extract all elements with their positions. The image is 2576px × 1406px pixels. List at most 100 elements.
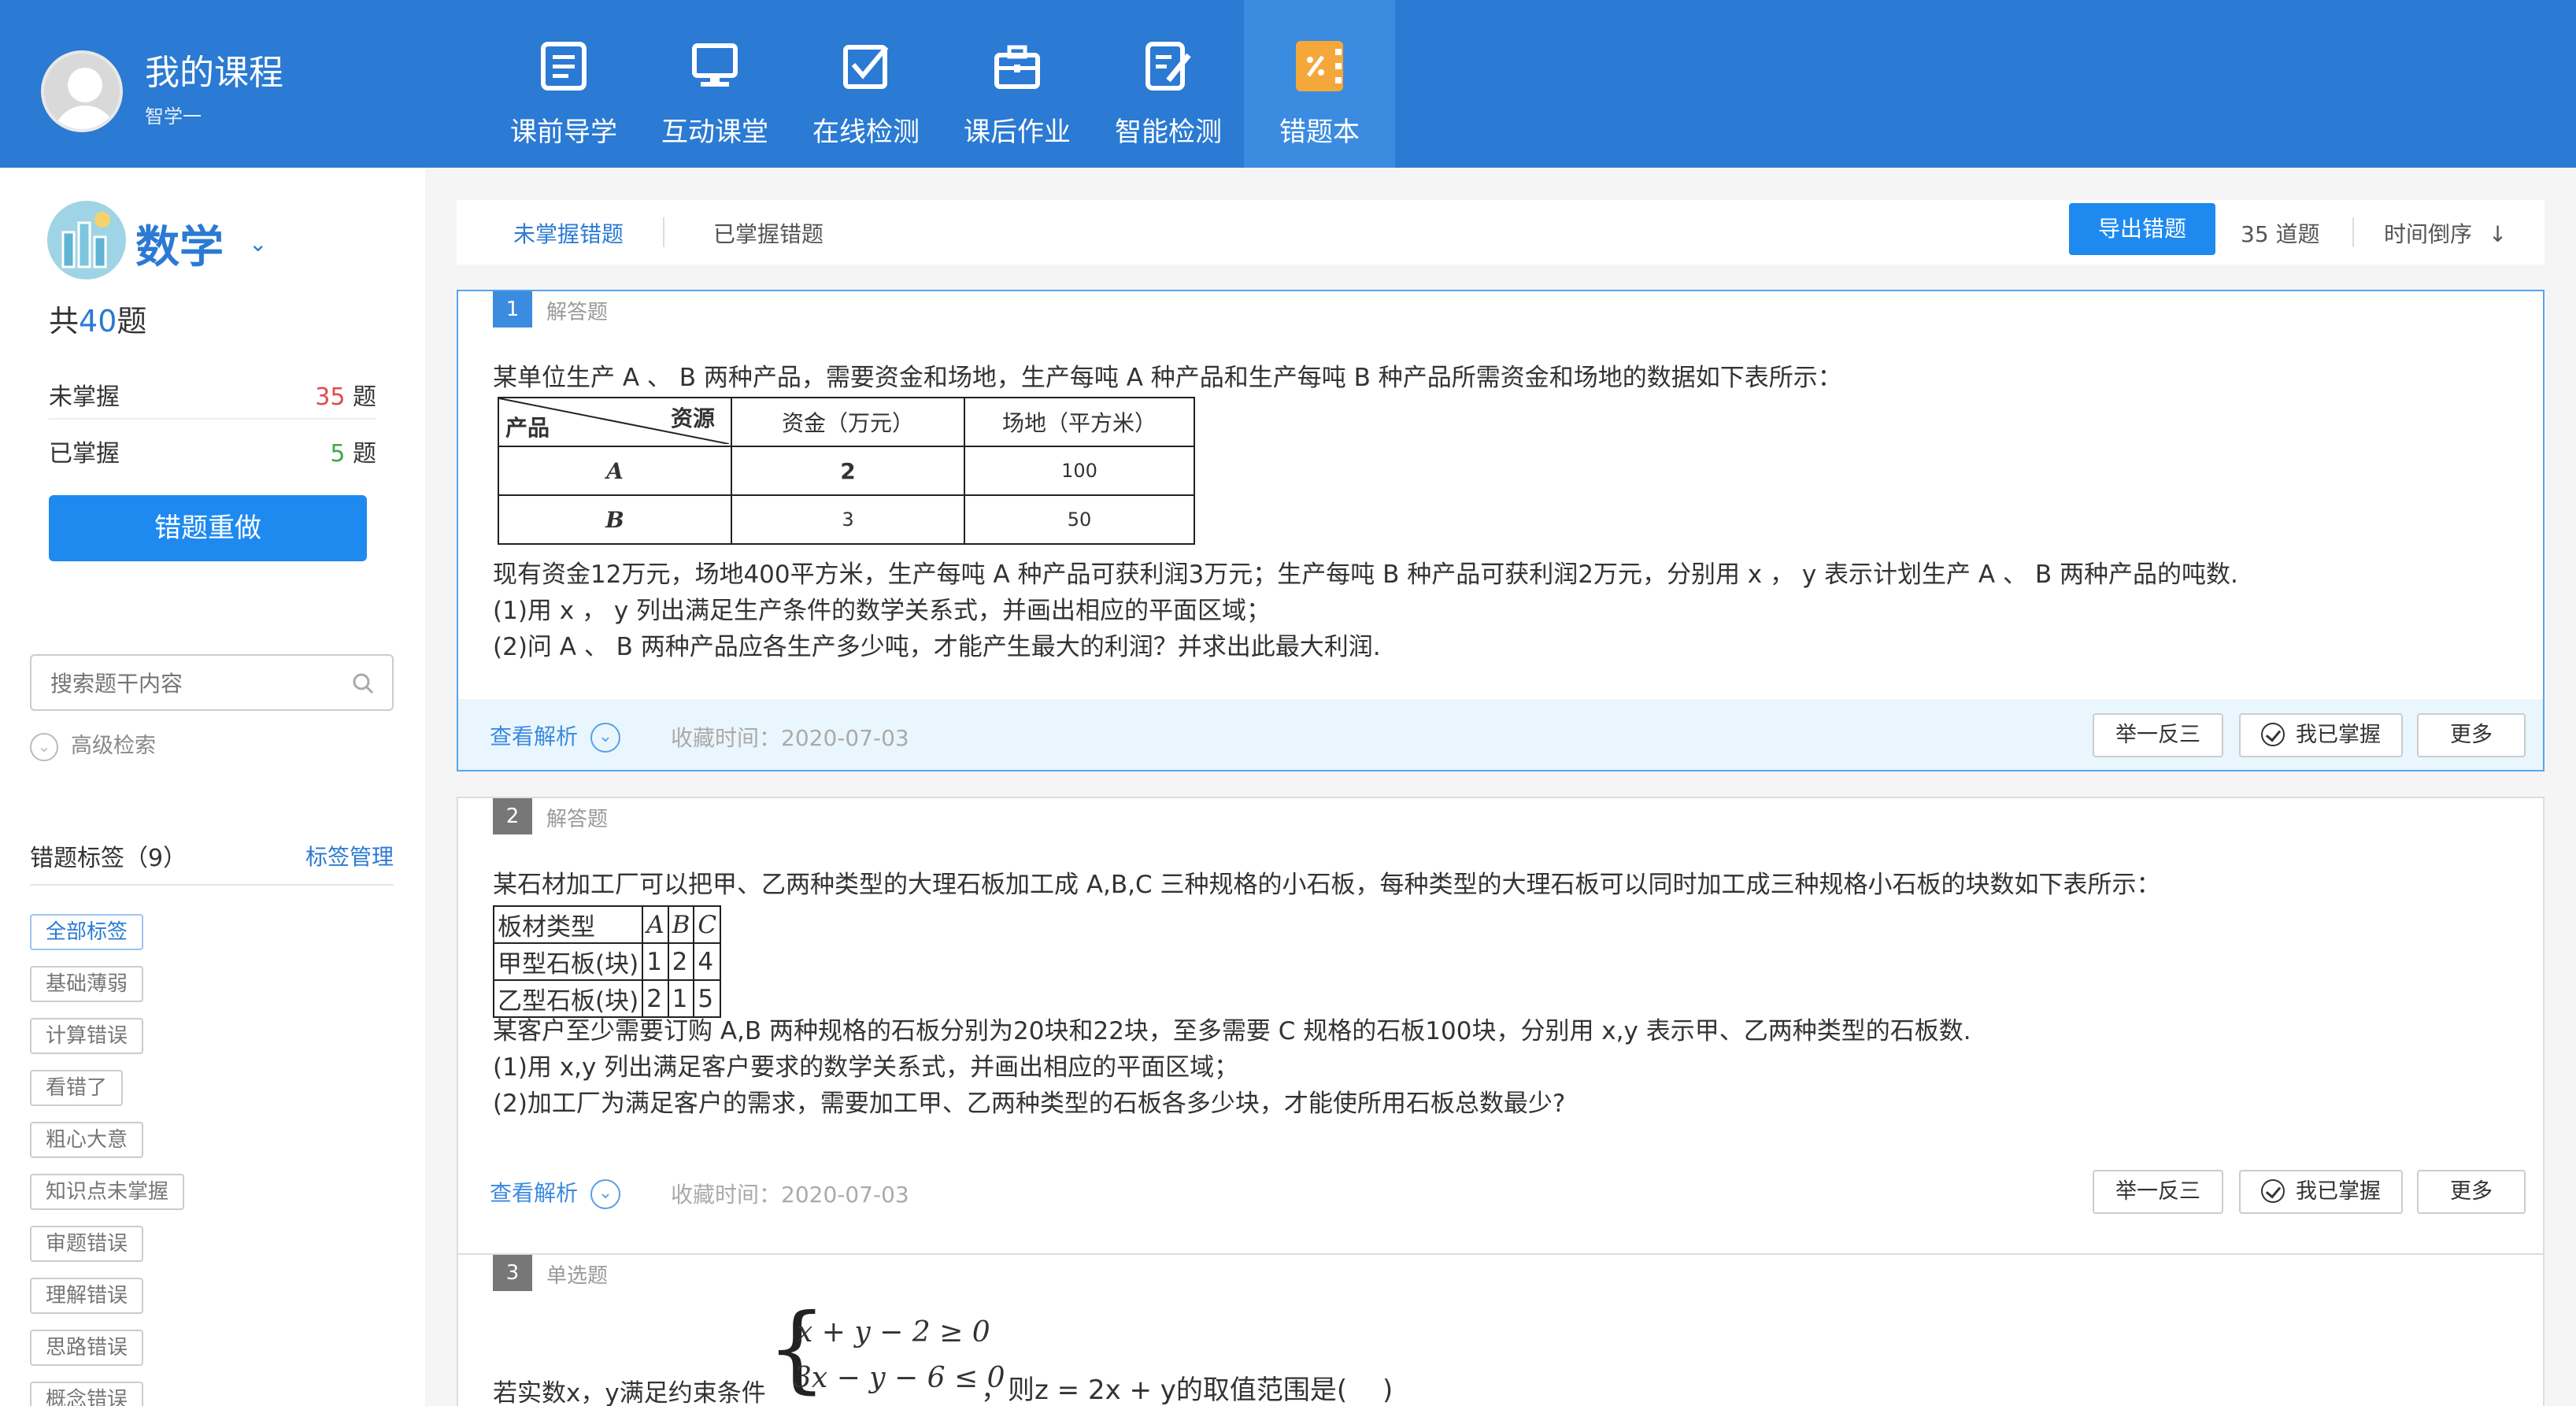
view-analysis-link[interactable]: 查看解析 ⌄ [490, 1176, 621, 1209]
question-number: 3 [493, 1255, 532, 1291]
table-row: A 2 100 [498, 446, 1195, 496]
stat-unmastered[interactable]: 未掌握 35 题 [49, 364, 376, 420]
tag-all[interactable]: 全部标签 [30, 914, 144, 950]
card-footer: 查看解析 ⌄ 收藏时间：2020-07-03 举一反三 我已掌握 更多 [458, 699, 2543, 770]
nav-item-mistake-book[interactable]: 错题本 [1244, 0, 1395, 168]
similar-questions-button[interactable]: 举一反三 [2093, 713, 2223, 757]
avatar[interactable] [41, 50, 123, 132]
total-count: 共40题 [49, 304, 147, 339]
chevron-down-icon: ⌄ [590, 1179, 621, 1209]
nav-item-interactive-class[interactable]: 互动课堂 [639, 0, 790, 168]
question-card[interactable]: 1 解答题 某单位生产 A 、 B 两种产品，需要资金和场地，生产每吨 A 种产… [457, 290, 2545, 771]
card-footer: 查看解析 ⌄ 收藏时间：2020-07-03 举一反三 我已掌握 更多 [458, 1156, 2543, 1227]
page: 我的课程 智学一 课前导学 互动课堂 在线检测 课后作业 智能检测 错题本 数学… [0, 0, 2576, 1406]
tag-item[interactable]: 看错了 [30, 1070, 124, 1106]
chevron-down-icon: ⌄ [30, 732, 58, 761]
question-line: (2)加工厂为满足客户的需求，需要加工甲、乙两种类型的石板各多少块，才能使所用石… [493, 1090, 1566, 1118]
table-header: 场地（平方米） [964, 397, 1195, 447]
subject-logo [47, 201, 126, 279]
nav-label: 智能检测 [1115, 117, 1222, 148]
question-type: 解答题 [546, 808, 609, 831]
similar-questions-button[interactable]: 举一反三 [2093, 1170, 2223, 1214]
nav-label: 互动课堂 [661, 117, 768, 148]
search-input[interactable] [50, 667, 350, 700]
tags-manage-link[interactable]: 标签管理 [305, 840, 394, 871]
nav-item-online-test[interactable]: 在线检测 [790, 0, 942, 168]
divider [2352, 217, 2354, 247]
export-button[interactable]: 导出错题 [2069, 203, 2215, 255]
nav-label: 错题本 [1279, 117, 1360, 148]
constraint-line: x + y − 2 ≥ 0 [797, 1316, 990, 1349]
nav-item-homework[interactable]: 课后作业 [942, 0, 1093, 168]
check-circle-icon [2261, 722, 2285, 746]
tag-item[interactable]: 审题错误 [30, 1226, 144, 1262]
divider [663, 217, 664, 247]
nav-item-smart-test[interactable]: 智能检测 [1093, 0, 1244, 168]
question-stem-suffix: ，则z = 2x + y的取值范围是( ) [981, 1375, 1393, 1406]
question-stem: 某单位生产 A 、 B 两种产品，需要资金和场地，生产每吨 A 种产品和生产每吨… [493, 364, 1842, 392]
monitor-icon [692, 43, 738, 87]
redo-mistakes-button[interactable]: 错题重做 [49, 495, 367, 561]
constraint-line: 3x − y − 6 ≤ 0 [794, 1362, 1005, 1394]
sort-toggle[interactable]: 时间倒序 ↓ [2384, 217, 2507, 249]
arrow-down-icon: ↓ [2488, 221, 2508, 247]
data-table: 板材类型 A B C 甲型石板(块) 1 2 4 乙型石板(块) 2 1 5 [492, 905, 722, 1018]
edit-document-icon [1146, 42, 1191, 91]
briefcase-icon [994, 45, 1040, 89]
tab-unmastered[interactable]: 未掌握错题 [513, 217, 624, 249]
question-line: (2)问 A 、 B 两种产品应各生产多少吨，才能产生最大的利润？并求出此最大利… [493, 633, 1381, 661]
more-button[interactable]: 更多 [2417, 1170, 2526, 1214]
tags-title: 错题标签（9） [30, 845, 187, 872]
question-card[interactable]: 2 解答题 某石材加工厂可以把甲、乙两种类型的大理石板加工成 A,B,C 三种规… [457, 797, 2545, 1263]
tag-item[interactable]: 思路错误 [30, 1330, 144, 1366]
favorite-time: 收藏时间：2020-07-03 [671, 725, 909, 751]
question-count: 35 道题 [2241, 221, 2320, 247]
check-circle-icon [2261, 1178, 2285, 1203]
question-line: 现有资金12万元，场地400平方米，生产每吨 A 种产品可获利润3万元；生产每吨… [493, 561, 2238, 589]
table-row: B 3 50 [498, 494, 1195, 545]
question-card[interactable]: 3 单选题 若实数x，y满足约束条件 { x + y − 2 ≥ 0 3x − … [457, 1253, 2545, 1406]
user-subtitle: 智学一 [145, 105, 202, 128]
tag-item[interactable]: 概念错误 [30, 1382, 144, 1406]
table-corner-cell: 资源 产品 [498, 397, 732, 447]
advanced-search-toggle[interactable]: ⌄ 高级检索 [30, 728, 156, 761]
subject-selector[interactable]: 数学 [135, 212, 224, 276]
divider [30, 884, 394, 886]
question-number: 2 [493, 798, 532, 834]
view-analysis-link[interactable]: 查看解析 ⌄ [490, 720, 621, 753]
tab-mastered[interactable]: 已掌握错题 [713, 217, 824, 249]
nav-item-preview[interactable]: 课前导学 [488, 0, 639, 168]
nav-label: 课后作业 [964, 117, 1071, 148]
chevron-down-icon[interactable]: ⌄ [249, 231, 267, 257]
more-button[interactable]: 更多 [2417, 713, 2526, 757]
question-stem: 某石材加工厂可以把甲、乙两种类型的大理石板加工成 A,B,C 三种规格的小石板，… [493, 871, 2161, 899]
search-box [30, 654, 394, 711]
nav-label: 课前导学 [510, 117, 617, 148]
main-nav: 课前导学 互动课堂 在线检测 课后作业 智能检测 错题本 [488, 0, 1395, 168]
table-row: 甲型石板(块) 1 2 4 [492, 942, 722, 981]
nav-label: 在线检测 [812, 117, 920, 148]
mark-mastered-button[interactable]: 我已掌握 [2239, 1170, 2403, 1214]
tag-item[interactable]: 粗心大意 [30, 1122, 144, 1158]
question-line: (1)用 x,y 列出满足客户要求的数学关系式，并画出相应的平面区域； [493, 1053, 1239, 1082]
top-header: 我的课程 智学一 课前导学 互动课堂 在线检测 课后作业 智能检测 错题本 [0, 0, 2576, 168]
page-title: 我的课程 [145, 53, 283, 93]
notebook-icon [1296, 41, 1343, 91]
table-header: 资金（万元） [731, 397, 965, 447]
search-icon[interactable] [351, 672, 375, 695]
table-row: 板材类型 A B C [492, 905, 722, 944]
tag-item[interactable]: 知识点未掌握 [30, 1174, 185, 1210]
tag-item[interactable]: 计算错误 [30, 1018, 144, 1054]
sidebar: 数学 ⌄ 共40题 未掌握 35 题 已掌握 5 题 错题重做 ⌄高级检索 错题… [0, 168, 425, 1406]
question-line: (1)用 x ， y 列出满足生产条件的数学关系式，并画出相应的平面区域； [493, 597, 1271, 625]
tag-item[interactable]: 理解错误 [30, 1278, 144, 1314]
document-list-icon [541, 42, 587, 91]
tag-item[interactable]: 基础薄弱 [30, 966, 144, 1002]
question-stem-prefix: 若实数x，y满足约束条件 [493, 1379, 766, 1406]
checkbox-icon [843, 45, 889, 89]
question-line: 某客户至少需要订购 A,B 两种规格的石板分别为20块和22块，至多需要 C 规… [493, 1017, 1971, 1045]
mark-mastered-button[interactable]: 我已掌握 [2239, 713, 2403, 757]
stat-mastered[interactable]: 已掌握 5 题 [49, 421, 376, 476]
chevron-down-icon: ⌄ [590, 723, 621, 753]
list-toolbar: 未掌握错题 已掌握错题 导出错题 35 道题 时间倒序 ↓ [457, 200, 2545, 265]
